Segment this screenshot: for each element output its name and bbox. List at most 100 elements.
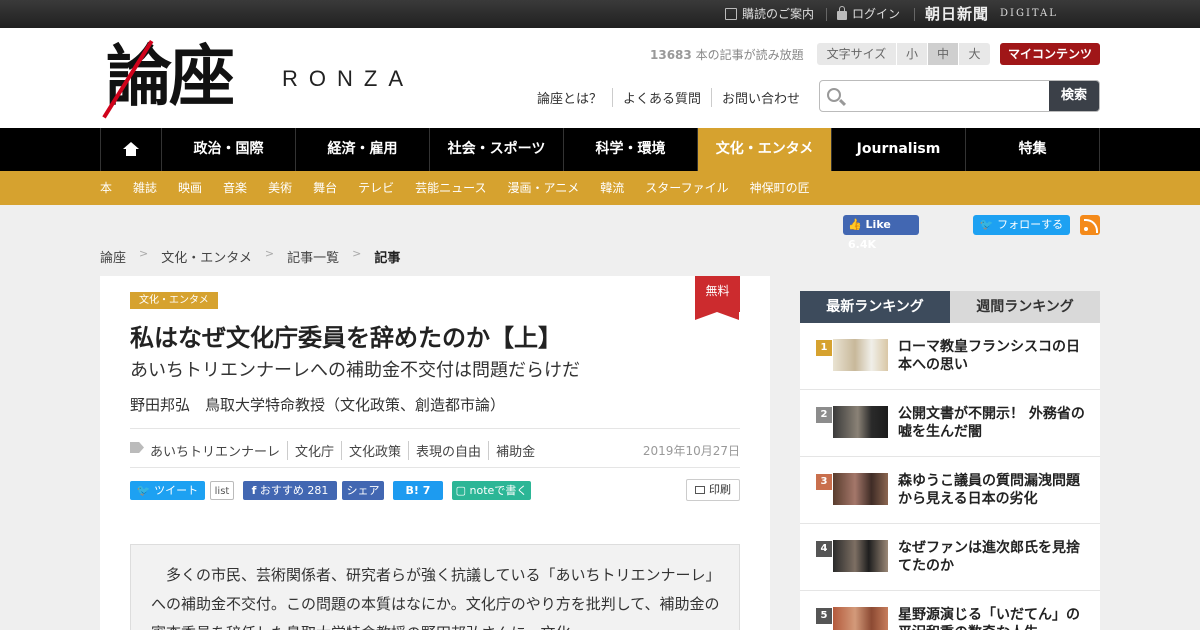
ranking-item[interactable]: 1 ローマ教皇フランシスコの日本への思い <box>800 323 1100 390</box>
cat-music[interactable]: 音楽 <box>223 171 247 205</box>
ranking-panel: 最新ランキング 週間ランキング 1 ローマ教皇フランシスコの日本への思い 2 公… <box>800 291 1100 630</box>
rank-number: 4 <box>816 541 832 557</box>
ranking-thumbnail <box>833 540 888 572</box>
tab-society[interactable]: 社会・スポーツ <box>430 128 564 171</box>
ranking-thumbnail <box>833 607 888 630</box>
twitter-follow-button[interactable]: 🐦 フォローする <box>973 215 1070 235</box>
search-icon <box>827 88 841 102</box>
tag-item[interactable]: 補助金 <box>488 441 542 460</box>
cat-star-file[interactable]: スターファイル <box>645 171 728 205</box>
tab-politics[interactable]: 政治・国際 <box>162 128 296 171</box>
breadcrumb-home[interactable]: 論座 <box>100 247 126 266</box>
search-button[interactable]: 検索 <box>1049 81 1099 111</box>
facebook-icon: f <box>251 484 257 497</box>
tag-item[interactable]: 文化庁 <box>287 441 341 460</box>
read-count-suffix: 本の記事が読み放題 <box>691 48 804 62</box>
tab-latest-ranking[interactable]: 最新ランキング <box>800 291 950 323</box>
tag-item[interactable]: あいちトリエンナーレ <box>150 441 287 460</box>
rank-number: 5 <box>816 608 832 624</box>
tweet-button[interactable]: 🐦 ツイート <box>130 481 205 500</box>
search-input[interactable] <box>848 81 1048 111</box>
facebook-like-button[interactable]: 👍 Like 6.4K <box>843 215 919 251</box>
ranking-item[interactable]: 5 星野源演じる「いだてん」の平沢和重の数奇な人生 <box>800 591 1100 630</box>
tag-icon <box>130 442 144 453</box>
cat-art[interactable]: 美術 <box>268 171 292 205</box>
note-icon: ▢ <box>455 484 467 497</box>
lock-icon <box>837 6 847 20</box>
breadcrumb-list[interactable]: 記事一覧 <box>287 247 339 266</box>
rank-number: 2 <box>816 407 832 423</box>
font-size-medium[interactable]: 中 <box>928 43 959 65</box>
divider <box>826 8 827 21</box>
tab-special[interactable]: 特集 <box>966 128 1100 171</box>
category-nav: 本 雑誌 映画 音楽 美術 舞台 テレビ 芸能ニュース 漫画・アニメ 韓流 スタ… <box>0 171 1200 205</box>
tweet-label: ツイート <box>154 484 199 497</box>
header-subnav: 論座とは？ よくある質問 お問い合わせ <box>537 88 810 107</box>
ranking-item[interactable]: 2 公開文書が不開示！ 外務省の嘘を生んだ闇 <box>800 390 1100 457</box>
tab-culture[interactable]: 文化・エンタメ <box>698 128 832 171</box>
about-link[interactable]: 論座とは？ <box>537 88 612 107</box>
tag-item[interactable]: 表現の自由 <box>408 441 488 460</box>
ranking-thumbnail <box>833 339 888 371</box>
login-link[interactable]: ログイン <box>837 0 900 28</box>
asahi-digital-logo[interactable]: 朝日新聞 DIGITAL <box>925 0 1058 28</box>
edit-icon <box>725 8 737 20</box>
free-badge: 無料 <box>695 276 740 320</box>
thumbs-up-icon: 👍 <box>848 218 862 231</box>
cat-korean-wave[interactable]: 韓流 <box>600 171 624 205</box>
rss-icon[interactable] <box>1080 215 1100 235</box>
tab-weekly-ranking[interactable]: 週間ランキング <box>950 291 1100 323</box>
printer-icon <box>695 486 705 494</box>
read-count-number: 13683 <box>650 48 692 62</box>
article-title: 私はなぜ文化庁委員を辞めたのか【上】 <box>130 324 562 352</box>
breadcrumb-category[interactable]: 文化・エンタメ <box>161 247 252 266</box>
twitter-bird-icon: 🐦 <box>979 218 994 231</box>
my-contents-button[interactable]: マイコンテンツ <box>1000 43 1100 65</box>
ranking-item[interactable]: 3 森ゆうこ議員の質問漏洩問題から見える日本の劣化 <box>800 457 1100 524</box>
category-badge[interactable]: 文化・エンタメ <box>130 292 218 309</box>
tab-science[interactable]: 科学・環境 <box>564 128 698 171</box>
ranking-title: なぜファンは進次郎氏を見捨てたのか <box>898 540 1080 574</box>
faq-link[interactable]: よくある質問 <box>612 88 711 107</box>
print-label: 印刷 <box>709 483 731 496</box>
twitter-bird-icon: 🐦 <box>136 484 151 497</box>
ranking-item[interactable]: 4 なぜファンは進次郎氏を見捨てたのか <box>800 524 1100 591</box>
login-label: ログイン <box>852 7 901 21</box>
article-author: 野田邦弘 鳥取大学特命教授（文化政策、創造都市論） <box>130 396 506 414</box>
note-button[interactable]: ▢ noteで書く <box>452 481 531 500</box>
share-row: 🐦 ツイート list f おすすめ 281 シェア B! 7 ▢ noteで書… <box>130 479 740 503</box>
tab-economy[interactable]: 経済・雇用 <box>296 128 430 171</box>
facebook-share-button[interactable]: シェア <box>342 481 384 500</box>
cat-entertainment-news[interactable]: 芸能ニュース <box>415 171 486 205</box>
cat-books[interactable]: 本 <box>100 171 112 205</box>
breadcrumb-current: 記事 <box>374 251 401 266</box>
tag-item[interactable]: 文化政策 <box>341 441 408 460</box>
font-size-small[interactable]: 小 <box>897 43 928 65</box>
tab-journalism[interactable]: Journalism <box>832 128 966 171</box>
ronza-logo[interactable]: 論座 <box>106 36 235 116</box>
lead-box: 多くの市民、芸術関係者、研究者らが強く抗議している「あいちトリエンナーレ」への補… <box>130 544 740 630</box>
cat-stage[interactable]: 舞台 <box>313 171 337 205</box>
subscription-guide-link[interactable]: 購読のご案内 <box>725 0 814 28</box>
facebook-recommend-button[interactable]: f おすすめ 281 <box>243 481 337 500</box>
search-box: 検索 <box>819 80 1100 112</box>
ranking-tabs: 最新ランキング 週間ランキング <box>800 291 1100 323</box>
ranking-thumbnail <box>833 406 888 438</box>
article-card: 無料 文化・エンタメ 私はなぜ文化庁委員を辞めたのか【上】 あいちトリエンナーレ… <box>100 276 770 630</box>
print-button[interactable]: 印刷 <box>686 479 740 501</box>
cat-tv[interactable]: テレビ <box>358 171 394 205</box>
rank-number: 3 <box>816 474 832 490</box>
font-size-label: 文字サイズ <box>817 43 897 65</box>
divider <box>914 8 915 21</box>
ronza-logo-roman: RONZA <box>282 66 414 91</box>
tweet-count[interactable]: list <box>210 481 234 500</box>
ranking-title: 公開文書が不開示！ 外務省の嘘を生んだ闇 <box>898 406 1085 440</box>
cat-jimbocho[interactable]: 神保町の匠 <box>750 171 810 205</box>
hatena-bookmark-button[interactable]: B! 7 <box>393 481 443 500</box>
contact-link[interactable]: お問い合わせ <box>711 88 810 107</box>
cat-movies[interactable]: 映画 <box>178 171 202 205</box>
font-size-large[interactable]: 大 <box>959 43 990 65</box>
cat-manga-anime[interactable]: 漫画・アニメ <box>508 171 580 205</box>
cat-magazines[interactable]: 雑誌 <box>133 171 157 205</box>
tab-home[interactable] <box>101 128 162 171</box>
